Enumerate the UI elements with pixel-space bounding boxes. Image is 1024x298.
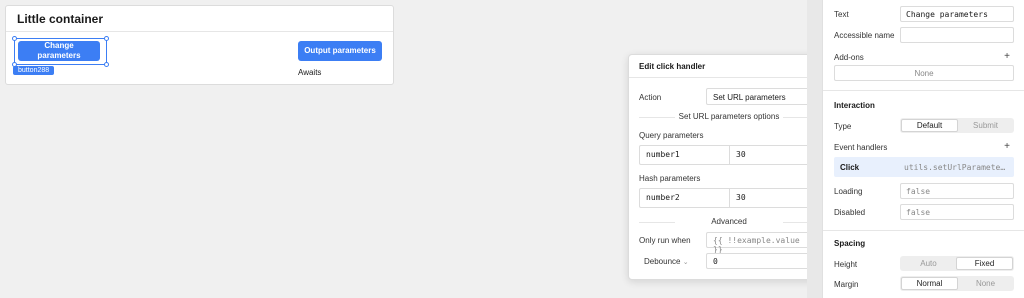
awaits-text: Awaits [298,68,322,77]
change-parameters-button[interactable]: Change parameters [18,41,100,61]
addons-none: None [834,65,1014,81]
container-title: Little container [17,12,104,26]
event-handler-name: Click [840,163,860,172]
margin-label: Margin [834,280,859,289]
scrollbar-track[interactable] [807,0,822,298]
debounce-label[interactable]: Debounce ⌄ [644,257,689,266]
resize-handle-bottom-right[interactable] [104,62,109,67]
type-option-default[interactable]: Default [901,119,958,132]
query-parameters-label: Query parameters [639,131,704,140]
query-key-input[interactable]: number1 [640,146,730,164]
hash-key-input[interactable]: number2 [640,189,730,207]
spacing-heading: Spacing [834,239,866,248]
inspector-panel: Text Change parameters Accessible name A… [822,0,1024,298]
resize-handle-top-left[interactable] [12,36,17,41]
text-label: Text [834,10,849,19]
query-value-input[interactable]: 30 [730,146,800,164]
type-segmented-control: Default Submit [900,118,1014,133]
event-handler-row[interactable]: Click utils.setUrlParamete… [834,157,1014,177]
loading-label: Loading [834,187,863,196]
height-label: Height [834,260,858,269]
loading-input[interactable]: false [900,183,1014,199]
section-divider [823,230,1024,231]
only-run-when-label: Only run when [639,236,691,245]
disabled-label: Disabled [834,208,866,217]
debounce-label-text: Debounce [644,257,681,266]
height-option-auto[interactable]: Auto [901,257,956,270]
hash-parameters-label: Hash parameters [639,174,701,183]
accessible-name-label: Accessible name [834,31,895,40]
type-option-submit[interactable]: Submit [958,119,1013,132]
little-container[interactable]: Little container Change parameters butto… [5,5,394,85]
add-event-handler-icon[interactable]: + [1004,141,1010,152]
margin-option-none[interactable]: None [958,277,1013,290]
disabled-input[interactable]: false [900,204,1014,220]
action-value: Set URL parameters [713,93,786,102]
type-label: Type [834,122,852,131]
interaction-heading: Interaction [834,101,875,110]
height-option-fixed[interactable]: Fixed [956,257,1013,270]
chevron-down-icon: ⌄ [682,259,689,266]
container-divider [6,31,393,32]
add-addon-icon[interactable]: + [1004,51,1010,62]
edit-click-handler-popup: Edit click handler × Action Set URL para… [628,54,830,280]
hash-value-input[interactable]: 30 [730,189,800,207]
margin-option-normal[interactable]: Normal [901,277,958,290]
section-divider [823,90,1024,91]
height-segmented-control: Auto Fixed [900,256,1014,271]
popup-title: Edit click handler [639,62,706,71]
output-parameters-button[interactable]: Output parameters [298,41,382,61]
action-select[interactable]: Set URL parameters ⌄ [706,88,821,105]
query-parameter-row: number1 30 ✕ [639,145,821,165]
accessible-name-input[interactable] [900,27,1014,43]
hash-parameter-row: number2 30 ✕ [639,188,821,208]
resize-handle-top-right[interactable] [104,36,109,41]
popup-header: Edit click handler × [629,55,829,78]
debounce-input[interactable]: 0 [706,253,821,269]
event-handler-value: utils.setUrlParamete… [904,163,1006,172]
only-run-when-input[interactable]: {{ !!example.value }} [706,232,821,254]
advanced-heading: Advanced [639,217,819,226]
selection-tag: button288 [13,66,55,75]
action-label: Action [639,93,662,102]
options-heading: Set URL parameters options [639,112,819,121]
text-input[interactable]: Change parameters [900,6,1014,22]
margin-segmented-control: Normal None [900,276,1014,291]
addons-label: Add-ons [834,53,864,62]
event-handlers-label: Event handlers [834,143,888,152]
